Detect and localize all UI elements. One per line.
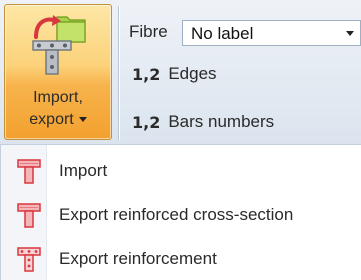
reinforcement-export-icon — [17, 247, 41, 272]
bars-numbers-option[interactable]: 1,2 Bars numbers — [132, 112, 274, 132]
ribbon-popup-root: Import, export Fibre No label 1,2 Edges … — [0, 0, 361, 280]
edges-option[interactable]: 1,2 Edges — [132, 64, 217, 84]
ribbon-panel: Import, export Fibre No label 1,2 Edges … — [0, 0, 361, 144]
import-export-label: Import, export — [5, 87, 111, 131]
menu-item-export-reinforcement[interactable]: Export reinforcement — [1, 239, 361, 279]
import-export-menu: Import Export reinforced cross-section E… — [0, 144, 361, 280]
import-export-icon — [32, 15, 86, 75]
section-import-icon — [17, 159, 41, 184]
menu-item-import-label: Import — [59, 161, 108, 180]
import-export-label-line2: export — [5, 109, 111, 131]
bars-numbers-label: Bars numbers — [168, 112, 275, 131]
ribbon-separator — [118, 6, 119, 140]
import-export-label-text: export — [29, 111, 74, 128]
numbering-icon: 1,2 — [132, 64, 161, 84]
chevron-down-icon — [346, 31, 354, 36]
fibre-select[interactable]: No label — [182, 20, 361, 46]
import-export-label-line1: Import, — [33, 89, 83, 106]
fibre-label: Fibre — [129, 22, 168, 41]
chevron-down-icon — [78, 117, 87, 123]
menu-item-import[interactable]: Import — [1, 151, 361, 191]
numbering-icon: 1,2 — [132, 112, 161, 132]
menu-item-export-reinforcement-label: Export reinforcement — [59, 249, 217, 268]
menu-item-export-cross-section-label: Export reinforced cross-section — [59, 205, 294, 224]
menu-item-export-cross-section[interactable]: Export reinforced cross-section — [1, 195, 361, 235]
import-export-button[interactable]: Import, export — [4, 4, 112, 140]
edges-label: Edges — [168, 64, 217, 83]
section-export-icon — [17, 203, 41, 228]
fibre-select-value: No label — [191, 24, 254, 43]
